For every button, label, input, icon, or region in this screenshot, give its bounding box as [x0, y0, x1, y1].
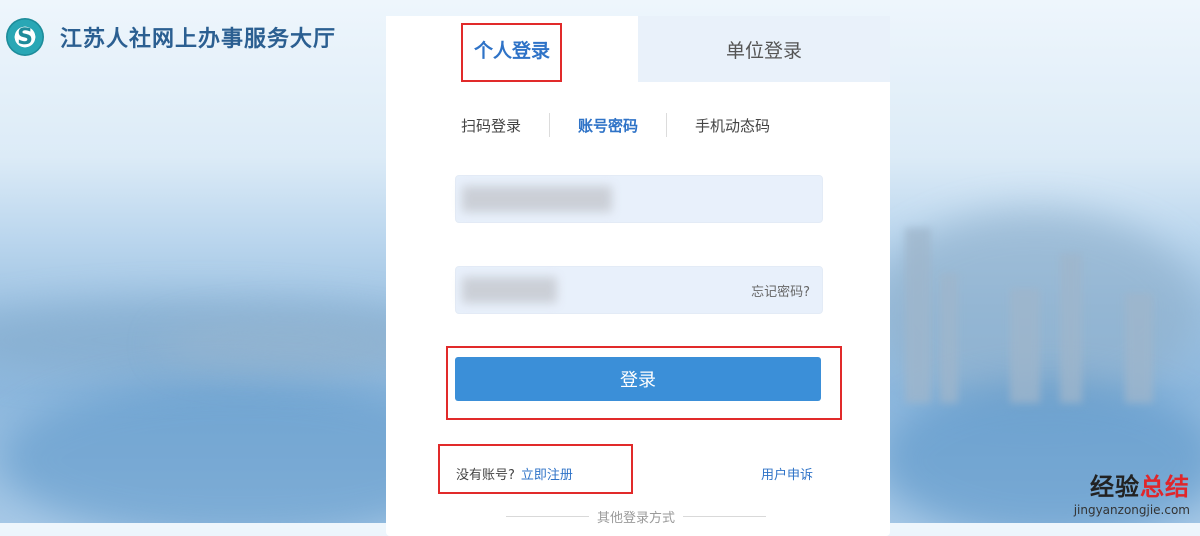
watermark-brand: 经验总结 — [1090, 473, 1190, 501]
watermark: 经验总结 jingyanzongjie.com — [1074, 467, 1190, 517]
watermark-url: jingyanzongjie.com — [1073, 503, 1190, 517]
redacted-account-value — [462, 186, 612, 212]
user-appeal-link[interactable]: 用户申诉 — [761, 464, 813, 483]
site-brand: S 江苏人社网上办事服务大厅 — [6, 18, 336, 56]
password-input[interactable]: 忘记密码? — [455, 266, 823, 314]
highlight-register-link — [438, 444, 633, 494]
highlight-personal-tab — [461, 23, 562, 82]
site-logo-icon: S — [6, 18, 44, 56]
forgot-password-link[interactable]: 忘记密码? — [751, 281, 810, 300]
highlight-login-button — [446, 346, 842, 420]
subtab-sms-login[interactable]: 手机动态码 — [667, 115, 798, 136]
account-input[interactable] — [455, 175, 823, 223]
tab-organization-login[interactable]: 单位登录 — [638, 16, 890, 82]
subtab-password-login[interactable]: 账号密码 — [550, 115, 666, 136]
subtab-qr-login[interactable]: 扫码登录 — [436, 115, 549, 136]
redacted-password-value — [462, 277, 557, 303]
login-method-tabs: 扫码登录 账号密码 手机动态码 — [436, 113, 836, 137]
site-title: 江苏人社网上办事服务大厅 — [60, 26, 337, 52]
other-login-methods-divider: 其他登录方式 — [506, 506, 767, 526]
